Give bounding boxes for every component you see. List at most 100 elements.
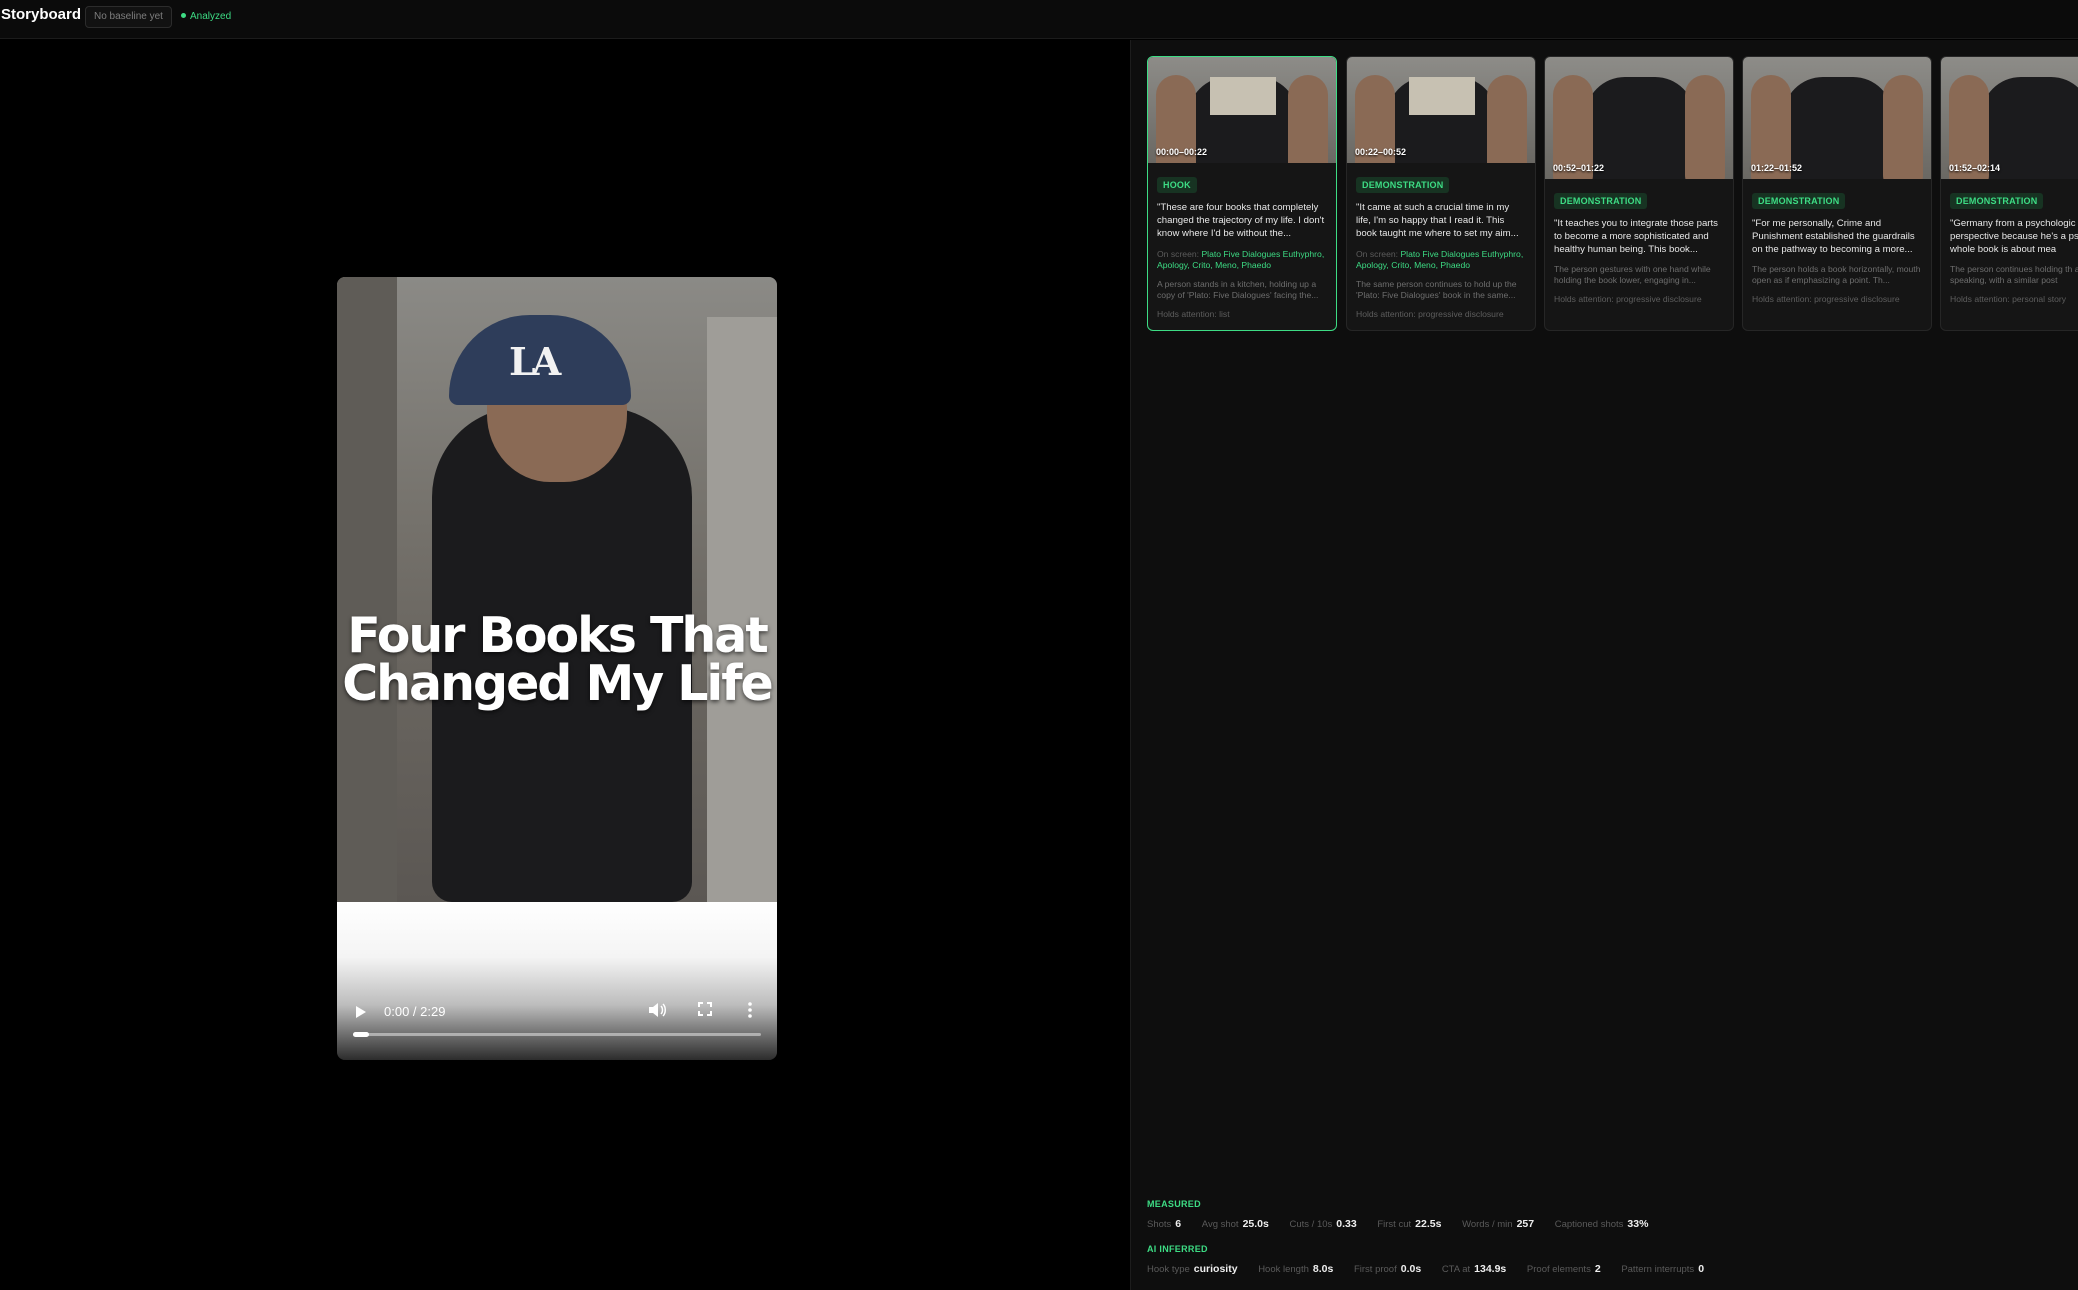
shot-description: The same person continues to hold up the… xyxy=(1356,278,1517,301)
metric-label: CTA at xyxy=(1441,1264,1471,1275)
metric-value: 8.0s xyxy=(1312,1263,1334,1275)
metric-label: Avg shot xyxy=(1201,1219,1239,1230)
shot-body: HOOK "These are four books that complete… xyxy=(1148,163,1336,319)
metric-label: Hook type xyxy=(1147,1264,1190,1275)
metric-cuts-per-10s: Cuts / 10s 0.33 xyxy=(1290,1218,1357,1230)
metrics-panel: MEASURED Shots 6 Avg shot 25.0s Cuts / 10s… xyxy=(1147,1199,2067,1275)
metric-first-proof: First proof 0.0s xyxy=(1354,1263,1421,1275)
shot-holds-attention: Holds attention: progressive disclosure xyxy=(1356,308,1504,319)
metric-captioned-shots: Captioned shots 33% xyxy=(1555,1218,1649,1230)
shot-quote: "It came at such a crucial time in my li… xyxy=(1356,202,1519,240)
metric-value: 134.9s xyxy=(1474,1263,1507,1275)
status-badge: Analyzed xyxy=(181,11,231,22)
shot-tag: HOOK xyxy=(1157,177,1197,193)
thumb-book xyxy=(1409,77,1475,115)
metric-value: 0.33 xyxy=(1336,1218,1357,1230)
metric-value: 0.0s xyxy=(1400,1263,1422,1275)
ai-inferred-heading: AI INFERRED xyxy=(1147,1244,1208,1254)
shot-card[interactable]: 00:00–00:22 HOOK "These are four books t… xyxy=(1147,56,1337,331)
metric-label: Proof elements xyxy=(1526,1264,1591,1275)
video-progress-knob[interactable] xyxy=(353,1032,369,1037)
play-icon[interactable] xyxy=(356,1006,366,1018)
shot-body: DEMONSTRATION "It teaches you to integra… xyxy=(1545,179,1733,304)
shot-tag: DEMONSTRATION xyxy=(1554,193,1648,209)
shot-thumbnail: 00:22–00:52 xyxy=(1347,57,1535,163)
metric-label: Shots xyxy=(1147,1219,1172,1230)
caption-line-1: Four Books That xyxy=(347,607,769,664)
shot-body: DEMONSTRATION "For me personally, Crime … xyxy=(1743,179,1931,304)
onscreen-label: On screen: xyxy=(1356,248,1399,259)
metric-shots: Shots 6 xyxy=(1147,1218,1181,1230)
shot-thumbnail: 00:52–01:22 xyxy=(1545,57,1733,179)
shot-quote: "These are four books that completely ch… xyxy=(1157,202,1325,240)
shot-card[interactable]: 00:52–01:22 DEMONSTRATION "It teaches yo… xyxy=(1544,56,1734,331)
metric-value: 6 xyxy=(1175,1218,1182,1230)
cap-logo: LA xyxy=(509,339,561,384)
metric-label: Captioned shots xyxy=(1554,1219,1624,1230)
shot-onscreen: On screen: Plato Five Dialogues Euthyphr… xyxy=(1157,249,1327,272)
metric-label: Cuts / 10s xyxy=(1289,1219,1333,1230)
shot-description: The person continues holding th and spea… xyxy=(1950,263,2078,286)
video-progress-bar[interactable] xyxy=(353,1032,761,1037)
metric-words-per-min: Words / min 257 xyxy=(1462,1218,1534,1230)
shot-strip[interactable]: 00:00–00:22 HOOK "These are four books t… xyxy=(1147,56,2078,336)
metric-hook-length: Hook length 8.0s xyxy=(1258,1263,1333,1275)
ai-inferred-metrics: Hook type curiosity Hook length 8.0s First… xyxy=(1147,1263,2067,1275)
video-pane: LA Four Books That Changed My Life 0:00 … xyxy=(0,40,1130,1290)
shot-card[interactable]: 00:22–00:52 DEMONSTRATION "It came at su… xyxy=(1346,56,1536,331)
metric-avg-shot: Avg shot 25.0s xyxy=(1202,1218,1269,1230)
video-player[interactable]: LA Four Books That Changed My Life 0:00 … xyxy=(337,277,777,1060)
volume-glyph xyxy=(649,1003,666,1017)
fullscreen-icon[interactable] xyxy=(698,1002,712,1020)
shot-description: The person holds a book horizontally, mo… xyxy=(1752,263,1921,286)
more-options-icon[interactable] xyxy=(748,1002,752,1022)
shot-time: 01:52–02:14 xyxy=(1949,163,2001,173)
shot-quote: "For me personally, Crime and Punishment… xyxy=(1752,218,1915,256)
metric-first-cut: First cut 22.5s xyxy=(1377,1218,1441,1230)
video-background-left xyxy=(337,277,397,902)
metric-pattern-interrupts: Pattern interrupts 0 xyxy=(1621,1263,1704,1275)
thumb-arm-right xyxy=(1883,75,1923,179)
video-frame[interactable]: LA Four Books That Changed My Life xyxy=(337,277,777,902)
metric-label: First proof xyxy=(1353,1264,1397,1275)
metric-value: 257 xyxy=(1516,1218,1535,1230)
fullscreen-glyph xyxy=(698,1002,712,1016)
metric-cta-at: CTA at 134.9s xyxy=(1442,1263,1506,1275)
measured-heading: MEASURED xyxy=(1147,1199,1201,1209)
shot-thumbnail: 01:22–01:52 xyxy=(1743,57,1931,179)
shot-description: A person stands in a kitchen, holding up… xyxy=(1157,278,1319,301)
video-caption-overlay: Four Books That Changed My Life xyxy=(337,607,777,712)
metric-value: 0 xyxy=(1698,1263,1705,1275)
shot-quote: "Germany from a psychologic perspective … xyxy=(1950,218,2078,256)
shot-card[interactable]: 01:52–02:14 DEMONSTRATION "Germany from … xyxy=(1940,56,2078,331)
shot-body: DEMONSTRATION "Germany from a psychologi… xyxy=(1941,179,2078,304)
shot-tag: DEMONSTRATION xyxy=(1752,193,1846,209)
thumb-arm-right xyxy=(1487,75,1527,163)
shot-onscreen: On screen: Plato Five Dialogues Euthyphr… xyxy=(1356,249,1526,272)
metric-value: 22.5s xyxy=(1415,1218,1442,1230)
shot-thumbnail: 00:00–00:22 xyxy=(1148,57,1336,163)
shot-body: DEMONSTRATION "It came at such a crucial… xyxy=(1347,163,1535,319)
top-bar: Storyboard No baseline yet Analyzed xyxy=(0,0,2078,39)
more-options-glyph xyxy=(748,1002,752,1018)
shot-holds-attention: Holds attention: list xyxy=(1157,308,1230,319)
shot-card[interactable]: 01:22–01:52 DEMONSTRATION "For me person… xyxy=(1742,56,1932,331)
metric-label: Words / min xyxy=(1462,1219,1513,1230)
caption-line-2: Changed My Life xyxy=(342,655,774,712)
shot-thumbnail: 01:52–02:14 xyxy=(1941,57,2078,179)
status-label: Analyzed xyxy=(190,11,232,22)
thumb-book xyxy=(1210,77,1276,115)
shot-holds-attention: Holds attention: personal story xyxy=(1950,293,2067,304)
shot-holds-attention: Holds attention: progressive disclosure xyxy=(1554,293,1702,304)
volume-icon[interactable] xyxy=(648,1002,666,1022)
baseline-pill[interactable]: No baseline yet xyxy=(85,6,172,28)
storyboard-pane: 00:00–00:22 HOOK "These are four books t… xyxy=(1130,40,2078,1290)
shot-tag: DEMONSTRATION xyxy=(1950,193,2044,209)
metric-proof-elements: Proof elements 2 xyxy=(1527,1263,1601,1275)
measured-metrics: Shots 6 Avg shot 25.0s Cuts / 10s 0.33 Firs… xyxy=(1147,1218,2067,1230)
metric-value: 25.0s xyxy=(1242,1218,1269,1230)
shot-time: 01:22–01:52 xyxy=(1751,163,1803,173)
metric-label: Hook length xyxy=(1258,1264,1309,1275)
metric-label: Pattern interrupts xyxy=(1621,1264,1695,1275)
shot-time: 00:22–00:52 xyxy=(1355,147,1407,157)
